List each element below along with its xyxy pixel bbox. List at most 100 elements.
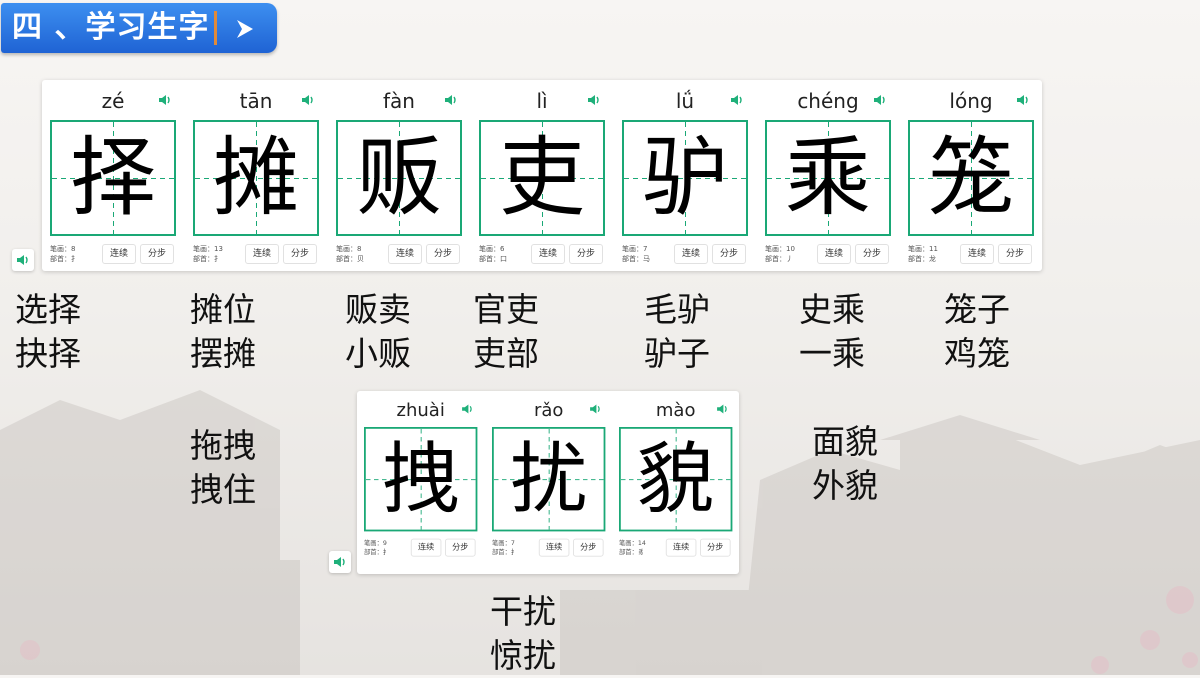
play-all-audio-button[interactable]	[12, 249, 34, 271]
character-grid: 摊	[193, 120, 319, 236]
character-panel-row1: zé 择 笔画：8 部首：扌 连续 分步 tān 摊 笔画：13 部首：扌 连续 分…	[42, 80, 1042, 271]
character: 择	[70, 128, 156, 228]
speaker-icon[interactable]	[873, 94, 887, 106]
char-card-mao: mào 貌 笔画：14 部首：豸 连续 分步	[619, 391, 733, 564]
step-button[interactable]: 分步	[573, 538, 604, 557]
word: 史乘	[799, 290, 865, 329]
word-group-cheng: 史乘 一乘	[799, 288, 865, 376]
continuous-button[interactable]: 连续	[960, 244, 994, 264]
continuous-button[interactable]: 连续	[538, 538, 570, 557]
radical: 部首：扌	[364, 548, 390, 556]
word: 摆摊	[190, 334, 256, 373]
word-group-rao: 干扰 惊扰	[490, 590, 556, 678]
step-button[interactable]: 分步	[426, 244, 460, 264]
word: 拽住	[190, 470, 256, 509]
radical: 部首：贝	[336, 255, 364, 263]
char-meta: 笔画：14 部首：豸	[619, 539, 646, 557]
character-grid: 拽	[364, 427, 478, 532]
speaker-icon[interactable]	[461, 404, 474, 415]
step-button[interactable]: 分步	[998, 244, 1032, 264]
char-meta: 笔画：13 部首：扌	[193, 244, 223, 264]
continuous-button[interactable]: 连续	[531, 244, 565, 264]
chevron-right-icon	[237, 20, 253, 38]
char-card-long: lóng 笼 笔画：11 部首：龙 连续 分步	[908, 80, 1034, 272]
character: 摊	[213, 128, 299, 228]
stroke-count: 笔画：9	[364, 539, 387, 547]
char-meta: 笔画：7 部首：马	[622, 244, 650, 264]
step-button[interactable]: 分步	[712, 244, 746, 264]
word-group-tan: 摊位 摆摊	[190, 288, 256, 376]
step-button[interactable]: 分步	[283, 244, 317, 264]
speaker-icon[interactable]	[587, 94, 601, 106]
step-button[interactable]: 分步	[569, 244, 603, 264]
continuous-button[interactable]: 连续	[388, 244, 422, 264]
speaker-icon	[17, 255, 28, 265]
step-button[interactable]: 分步	[140, 244, 174, 264]
char-meta: 笔画：8 部首：扌	[50, 244, 78, 264]
char-meta: 笔画：9 部首：扌	[364, 539, 389, 557]
step-button[interactable]: 分步	[445, 538, 476, 557]
speaker-icon[interactable]	[1016, 94, 1030, 106]
radical: 部首：扌	[492, 548, 518, 556]
word-group-zhuai: 拖拽 拽住	[190, 424, 256, 512]
speaker-icon[interactable]	[301, 94, 315, 106]
continuous-button[interactable]: 连续	[665, 538, 697, 557]
word: 一乘	[799, 334, 865, 373]
word-group-ze: 选择 抉择	[15, 288, 81, 376]
char-card-lv: lǘ 驴 笔画：7 部首：马 连续 分步	[622, 80, 748, 272]
character-grid: 笼	[908, 120, 1034, 236]
speaker-icon[interactable]	[158, 94, 172, 106]
word: 面貌	[812, 422, 878, 461]
word-group-li: 官吏 吏部	[473, 288, 539, 376]
word-group-long: 笼子 鸡笼	[944, 288, 1010, 376]
speaker-icon[interactable]	[589, 404, 602, 415]
play-all-audio-button-row2[interactable]	[329, 551, 351, 573]
char-meta: 笔画：6 部首：口	[479, 244, 507, 264]
speaker-icon[interactable]	[444, 94, 458, 106]
character: 贩	[356, 128, 442, 228]
continuous-button[interactable]: 连续	[245, 244, 279, 264]
char-meta: 笔画：8 部首：贝	[336, 244, 364, 264]
word: 官吏	[473, 290, 539, 329]
section-title-banner[interactable]: 四 、学习生字	[1, 3, 277, 53]
char-card-li: lì 吏 笔画：6 部首：口 连续 分步	[479, 80, 605, 272]
stroke-count: 笔画：7	[492, 539, 515, 547]
word: 摊位	[190, 290, 256, 329]
word: 毛驴	[644, 290, 710, 329]
character-grid: 驴	[622, 120, 748, 236]
step-button[interactable]: 分步	[700, 538, 731, 557]
stroke-count: 笔画：14	[619, 539, 646, 547]
speaker-icon[interactable]	[730, 94, 744, 106]
continuous-button[interactable]: 连续	[674, 244, 708, 264]
word: 驴子	[644, 334, 710, 373]
word: 拖拽	[190, 426, 256, 465]
stroke-count: 笔画：13	[193, 245, 223, 253]
text-cursor	[214, 11, 217, 45]
speaker-icon[interactable]	[716, 404, 729, 415]
char-card-ze: zé 择 笔画：8 部首：扌 连续 分步	[50, 80, 176, 272]
char-card-zhuai: zhuài 拽 笔画：9 部首：扌 连续 分步	[364, 391, 478, 564]
character: 吏	[499, 128, 585, 228]
step-button[interactable]: 分步	[855, 244, 889, 264]
word: 外貌	[812, 466, 878, 505]
character-grid: 贩	[336, 120, 462, 236]
stroke-count: 笔画：8	[336, 245, 362, 253]
stroke-count: 笔画：11	[908, 245, 938, 253]
section-title: 四 、学习生字	[12, 10, 210, 45]
stroke-count: 笔画：6	[479, 245, 505, 253]
word: 吏部	[473, 334, 539, 373]
continuous-button[interactable]: 连续	[102, 244, 136, 264]
char-card-fan: fàn 贩 笔画：8 部首：贝 连续 分步	[336, 80, 462, 272]
character-grid: 乘	[765, 120, 891, 236]
speaker-icon	[334, 557, 345, 567]
continuous-button[interactable]: 连续	[817, 244, 851, 264]
character-grid: 吏	[479, 120, 605, 236]
character-grid: 择	[50, 120, 176, 236]
radical: 部首：豸	[619, 548, 645, 556]
character: 乘	[785, 128, 871, 228]
word: 鸡笼	[944, 334, 1010, 373]
continuous-button[interactable]: 连续	[410, 538, 442, 557]
character: 笼	[928, 128, 1014, 228]
stroke-count: 笔画：7	[622, 245, 648, 253]
word: 惊扰	[490, 636, 556, 675]
